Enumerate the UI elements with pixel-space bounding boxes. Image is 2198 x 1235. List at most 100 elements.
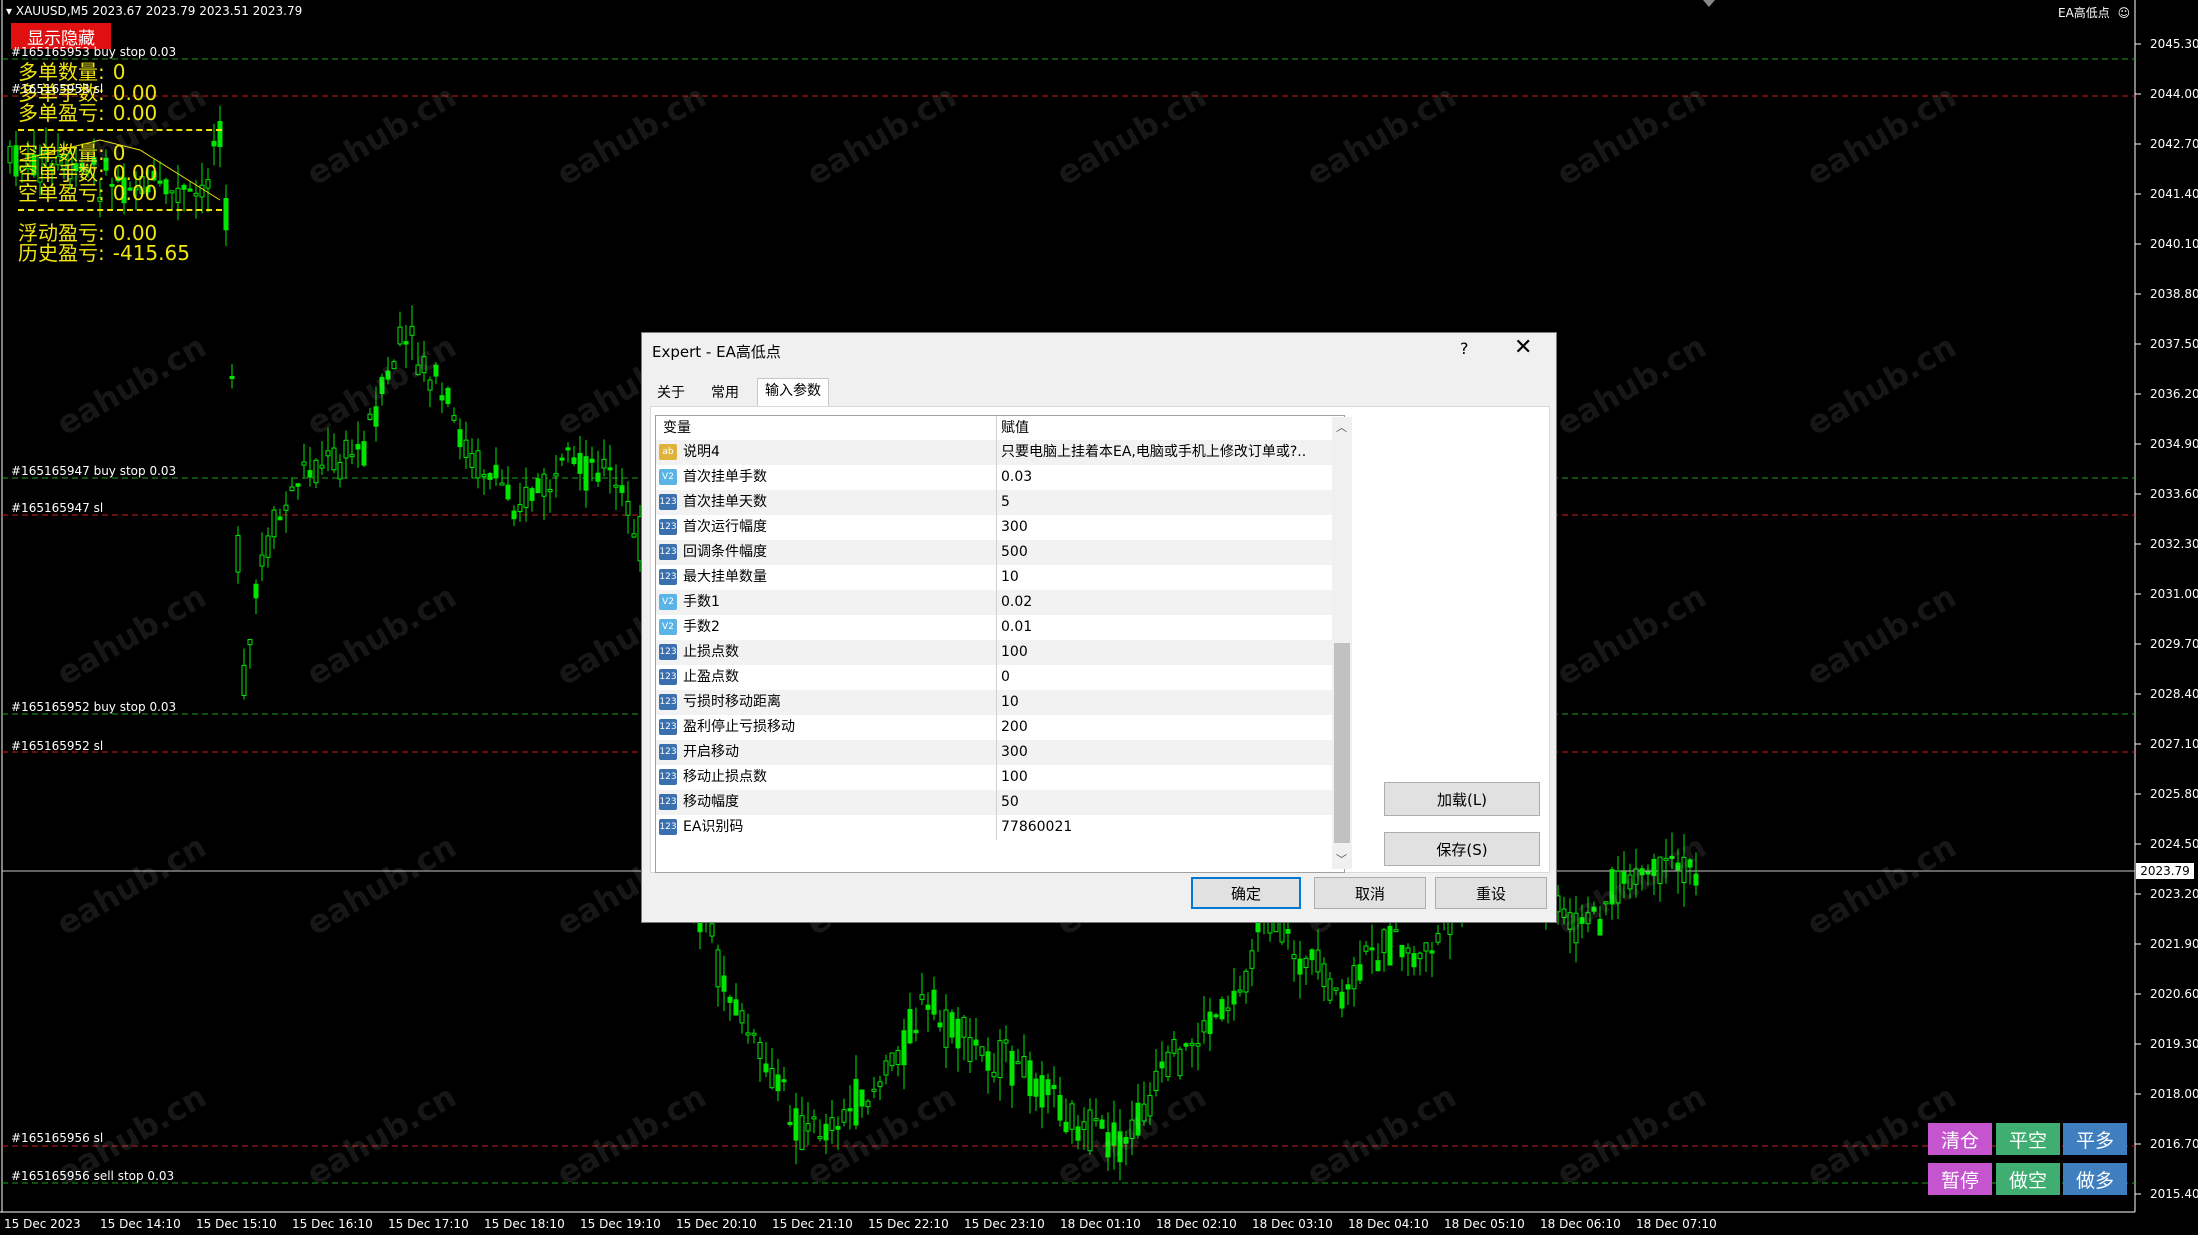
param-value[interactable]: 200 (1001, 715, 1028, 740)
param-value[interactable]: 0.03 (1001, 465, 1032, 490)
candle-body (1423, 942, 1429, 952)
candle-body (511, 510, 517, 520)
candle-body (547, 488, 553, 493)
save-button[interactable]: 保存(S) (1384, 832, 1540, 866)
param-value[interactable]: 0.02 (1001, 590, 1032, 615)
param-row[interactable]: 123 移动幅度 50 (656, 790, 1340, 815)
candle-body (853, 1078, 859, 1126)
candle-body (871, 1088, 877, 1092)
candle-body (343, 439, 349, 459)
param-value[interactable]: 50 (1001, 790, 1019, 815)
param-row[interactable]: 123 移动止损点数 100 (656, 765, 1340, 790)
param-value[interactable]: 5 (1001, 490, 1010, 515)
param-row[interactable]: V2 手数2 0.01 (656, 615, 1340, 640)
param-value[interactable]: 300 (1001, 740, 1028, 765)
param-row[interactable]: 123 开启移动 300 (656, 740, 1340, 765)
candle-body (247, 639, 253, 646)
param-row[interactable]: V2 手数1 0.02 (656, 590, 1340, 615)
pause-button[interactable]: 暂停 (1928, 1163, 1992, 1195)
tab-about[interactable]: 关于 (650, 381, 692, 405)
tab-inputs[interactable]: 输入参数 (757, 378, 829, 407)
ok-button[interactable]: 确定 (1191, 877, 1301, 909)
param-value[interactable]: 0 (1001, 665, 1010, 690)
param-row[interactable]: 123 止盈点数 0 (656, 665, 1340, 690)
param-row[interactable]: 123 亏损时移动距离 10 (656, 690, 1340, 715)
scroll-up-icon[interactable]: ︿ (1336, 419, 1347, 435)
candle-body (907, 1008, 913, 1044)
column-header-variable[interactable]: 变量 (663, 416, 691, 440)
candle-body (223, 198, 229, 231)
header-divider (996, 416, 997, 440)
order-line-label: #165165952 buy stop 0.03 (11, 700, 177, 714)
param-row[interactable]: 123 首次运行幅度 300 (656, 515, 1340, 540)
scrollbar-thumb[interactable] (1334, 643, 1350, 843)
param-row[interactable]: 123 盈利停止亏损移动 200 (656, 715, 1340, 740)
tab-common[interactable]: 常用 (704, 381, 746, 405)
param-name: EA识别码 (683, 819, 744, 835)
load-button[interactable]: 加载(L) (1384, 782, 1540, 816)
buy-button[interactable]: 做多 (2063, 1163, 2127, 1195)
column-header-value[interactable]: 赋值 (1001, 416, 1029, 440)
candle-body (799, 1115, 805, 1151)
param-row[interactable]: 123 止损点数 100 (656, 640, 1340, 665)
param-value[interactable]: 只要电脑上挂着本EA,电脑或手机上修改订单或?.. (1001, 440, 1306, 465)
param-row[interactable]: 123 EA识别码 77860021 (656, 815, 1340, 840)
cancel-button[interactable]: 取消 (1314, 877, 1426, 909)
param-type-icon: 123 (659, 644, 677, 660)
candle-body (529, 488, 535, 501)
candle-body (187, 188, 193, 192)
param-value[interactable]: 10 (1001, 565, 1019, 590)
price-axis-label: 2040.10 (2150, 237, 2198, 251)
param-name: 止损点数 (683, 644, 739, 660)
candle-body (883, 1060, 889, 1076)
sell-button[interactable]: 做空 (1996, 1163, 2060, 1195)
reset-button[interactable]: 重设 (1435, 877, 1547, 909)
close-icon[interactable]: ✕ (1514, 335, 1532, 360)
param-row[interactable]: ab 说明4 只要电脑上挂着本EA,电脑或手机上修改订单或?.. (656, 440, 1340, 465)
candle-body (1207, 1011, 1213, 1035)
candle-body (1285, 928, 1291, 934)
price-axis-label: 2031.00 (2150, 587, 2198, 601)
grid-scrollbar[interactable]: ︿ ﹀ (1332, 417, 1352, 869)
param-row[interactable]: V2 首次挂单手数 0.03 (656, 465, 1340, 490)
param-row[interactable]: 123 回调条件幅度 500 (656, 540, 1340, 565)
param-value[interactable]: 10 (1001, 690, 1019, 715)
param-name: 止盈点数 (683, 669, 739, 685)
cell-divider (996, 765, 997, 790)
price-axis-label: 2034.90 (2150, 437, 2198, 451)
candle-body (1417, 952, 1423, 960)
candle-body (1219, 999, 1225, 1020)
close-all-button[interactable]: 清仓 (1928, 1123, 1992, 1155)
close-short-button[interactable]: 平空 (1996, 1123, 2060, 1155)
param-value[interactable]: 500 (1001, 540, 1028, 565)
candle-body (757, 1041, 763, 1059)
param-row[interactable]: 123 最大挂单数量 10 (656, 565, 1340, 590)
param-value[interactable]: 100 (1001, 640, 1028, 665)
cell-divider (996, 540, 997, 565)
help-icon[interactable]: ? (1460, 339, 1469, 358)
param-value[interactable]: 300 (1001, 515, 1028, 540)
dropdown-icon[interactable]: ▾ (6, 4, 12, 18)
chart-shift-marker-icon[interactable] (1703, 0, 1715, 7)
candle-body (841, 1109, 847, 1123)
param-value[interactable]: 77860021 (1001, 815, 1072, 840)
dialog-title: Expert - EA高低点 (652, 343, 781, 361)
candle-body (1213, 1014, 1219, 1018)
price-axis-label: 2023.20 (2150, 887, 2198, 901)
param-value[interactable]: 100 (1001, 765, 1028, 790)
candle-body (487, 472, 493, 480)
param-row[interactable]: 123 首次挂单天数 5 (656, 490, 1340, 515)
param-value[interactable]: 0.01 (1001, 615, 1032, 640)
time-axis-label: 15 Dec 2023 (4, 1217, 81, 1231)
scroll-down-icon[interactable]: ﹀ (1336, 851, 1347, 867)
candle-body (1075, 1126, 1081, 1141)
candle-body (1435, 933, 1441, 943)
candle-body (259, 554, 265, 567)
candle-body (469, 453, 475, 468)
parameter-grid[interactable]: 变量 赋值 ab 说明4 只要电脑上挂着本EA,电脑或手机上修改订单或?.. V2 首次… (655, 415, 1345, 873)
candle-body (1333, 987, 1339, 991)
price-axis-label: 2024.50 (2150, 837, 2198, 851)
close-long-button[interactable]: 平多 (2063, 1123, 2127, 1155)
param-type-icon: 123 (659, 669, 677, 685)
candle-body (1057, 1095, 1063, 1121)
